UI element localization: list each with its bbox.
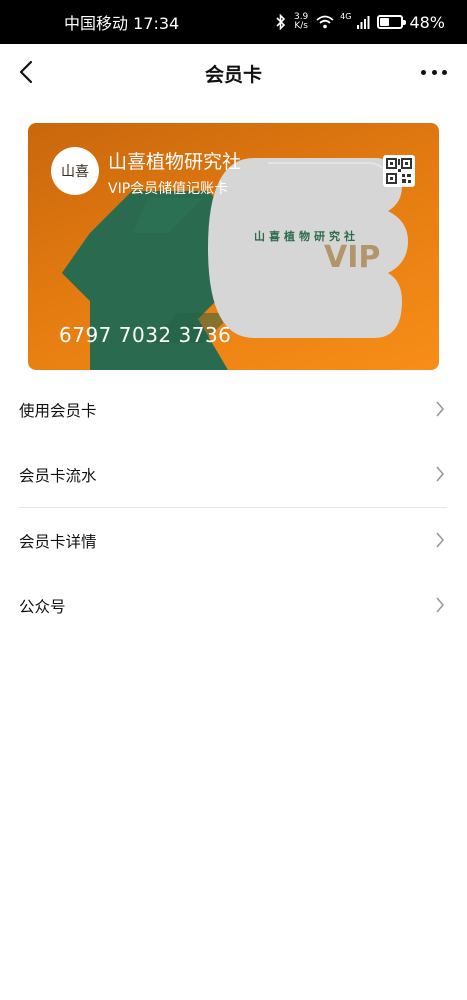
status-right: 3.9 K/s 4G 48% [276, 0, 445, 44]
brand-logo: 山喜 [51, 147, 99, 195]
bluetooth-icon [276, 14, 286, 30]
network-type-label: 4G [340, 11, 352, 21]
card-vip-text: VIP [324, 240, 381, 275]
more-dot-icon [442, 69, 447, 75]
qr-code-button[interactable] [383, 155, 415, 187]
signal-icon [357, 16, 370, 29]
battery-icon [377, 15, 407, 29]
menu-item-label: 公众号 [19, 597, 66, 616]
card-number: 6797 7032 3736 [59, 323, 232, 347]
more-options-button[interactable] [417, 60, 451, 84]
menu-item-card-transactions[interactable]: 会员卡流水 [0, 442, 467, 507]
qr-code-icon [386, 158, 412, 184]
chevron-right-icon [436, 466, 445, 482]
chevron-right-icon [436, 401, 445, 417]
more-dot-icon [431, 69, 437, 75]
status-left: 中国移动 17:34 [64, 0, 179, 44]
membership-card[interactable]: 山喜 山喜植物研究社 VIP会员储值记账卡 山喜植物研究社 VIP 6797 7… [28, 123, 439, 370]
page-title: 会员卡 [204, 64, 262, 86]
net-speed-unit: K/s [294, 21, 308, 31]
menu-list: 使用会员卡 会员卡流水 会员卡详情 公众号 [0, 377, 467, 638]
more-dot-icon [421, 69, 426, 75]
menu-item-use-card[interactable]: 使用会员卡 [0, 377, 467, 442]
nav-bar: 会员卡 [0, 44, 467, 102]
wifi-icon [316, 15, 334, 29]
menu-item-label: 使用会员卡 [19, 401, 97, 420]
menu-item-card-details[interactable]: 会员卡详情 [0, 508, 467, 573]
status-bar: 中国移动 17:34 3.9 K/s 4G 48% [0, 0, 467, 44]
menu-item-label: 会员卡详情 [19, 532, 97, 551]
carrier-time: 中国移动 17:34 [64, 14, 180, 33]
card-title: 山喜植物研究社 [108, 151, 242, 173]
chevron-right-icon [436, 532, 445, 548]
chevron-right-icon [436, 597, 445, 613]
battery-percent: 48% [409, 12, 445, 32]
card-subtitle: VIP会员储值记账卡 [108, 181, 229, 197]
brand-logo-text: 山喜 [61, 164, 89, 180]
menu-item-label: 会员卡流水 [19, 466, 97, 485]
battery-fill [380, 18, 390, 26]
net-speed: 3.9 K/s [292, 13, 310, 31]
menu-item-official-account[interactable]: 公众号 [0, 573, 467, 638]
